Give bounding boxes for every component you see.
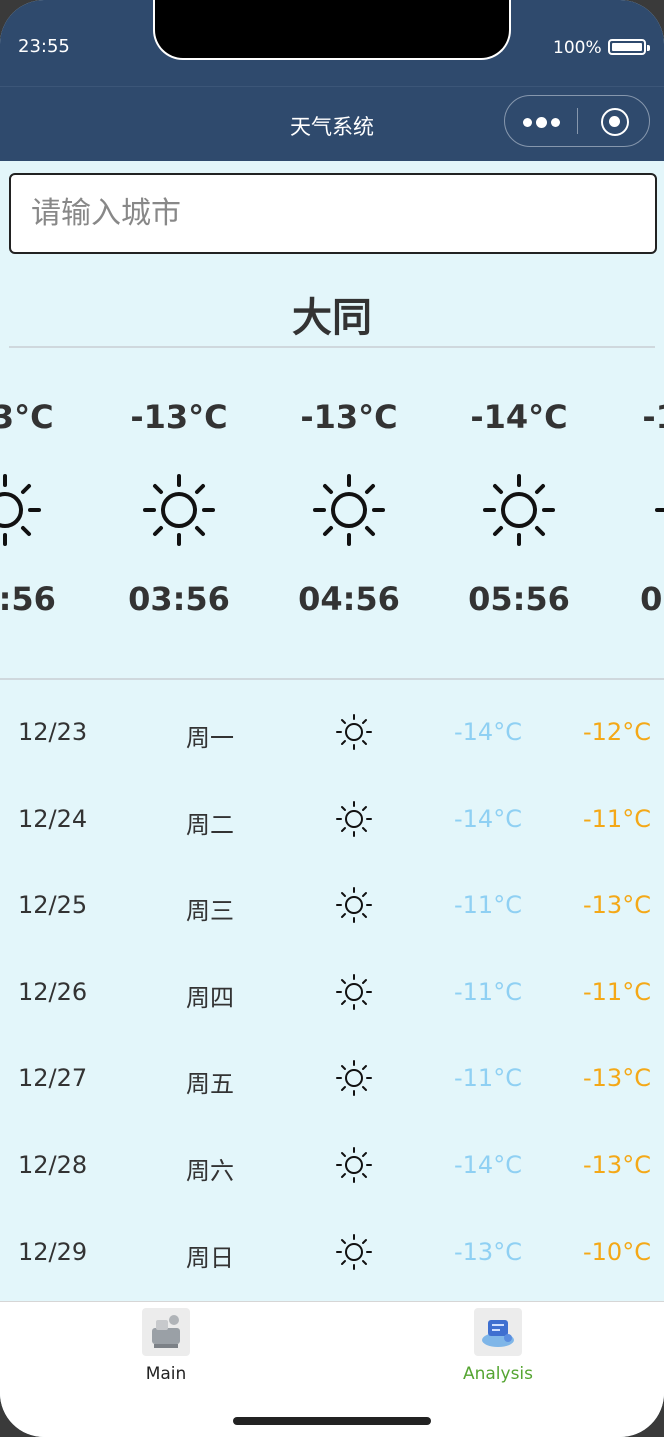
status-bar: 23:55 100% bbox=[0, 0, 664, 86]
sun-icon bbox=[336, 1234, 372, 1270]
hourly-time: 06:56 bbox=[640, 580, 664, 618]
sun-icon bbox=[313, 474, 385, 546]
tab-analysis-label: Analysis bbox=[462, 1364, 534, 1384]
sun-icon bbox=[483, 474, 555, 546]
hourly-temp: -13°C bbox=[130, 398, 228, 436]
daily-date: 12/29 bbox=[18, 1238, 88, 1266]
more-icon[interactable] bbox=[523, 112, 563, 132]
status-time: 23:55 bbox=[18, 36, 70, 57]
daily-row: 12/27 周五 -11°C -13°C bbox=[0, 1036, 664, 1122]
tab-main-label: Main bbox=[145, 1364, 187, 1384]
daily-low-temp: -11°C bbox=[454, 978, 522, 1006]
main-tab-icon bbox=[142, 1308, 190, 1356]
daily-date: 12/23 bbox=[18, 718, 88, 746]
daily-weekday: 周一 bbox=[186, 724, 234, 752]
hourly-time: 03:56 bbox=[128, 580, 230, 618]
hourly-temp: -13°C bbox=[300, 398, 398, 436]
daily-weekday: 周三 bbox=[186, 897, 234, 925]
hourly-temp: -14°C bbox=[642, 398, 664, 436]
daily-weekday: 周五 bbox=[186, 1070, 234, 1098]
daily-weekday: 周日 bbox=[186, 1244, 234, 1272]
tab-analysis[interactable]: Analysis bbox=[438, 1308, 558, 1384]
daily-high-temp: -12°C bbox=[583, 718, 651, 746]
daily-date: 12/24 bbox=[18, 805, 88, 833]
hourly-forecast-scroll[interactable]: -13°C 02:56 -13°C 03:56 -13°C 04:56 -14°… bbox=[0, 380, 664, 650]
battery-icon bbox=[608, 39, 650, 55]
sun-icon bbox=[143, 474, 215, 546]
sun-icon bbox=[336, 1060, 372, 1096]
daily-row: 12/25 周三 -11°C -13°C bbox=[0, 863, 664, 949]
sun-icon bbox=[336, 974, 372, 1010]
sun-icon bbox=[0, 474, 41, 546]
divider bbox=[0, 678, 664, 680]
tab-main[interactable]: Main bbox=[106, 1308, 226, 1384]
sun-icon bbox=[336, 887, 372, 923]
mini-program-capsule bbox=[504, 95, 650, 147]
daily-row: 12/28 周六 -14°C -13°C bbox=[0, 1123, 664, 1209]
sun-icon bbox=[655, 508, 664, 512]
nav-bar: 天气系统 bbox=[0, 86, 664, 161]
phone-screen: 23:55 100% 天气系统 大同 -13°C 02:56 -13°C 03:… bbox=[0, 0, 664, 1437]
city-name: 大同 bbox=[292, 295, 372, 341]
daily-date: 12/25 bbox=[18, 891, 88, 919]
daily-low-temp: -14°C bbox=[454, 1151, 522, 1179]
analysis-tab-icon bbox=[474, 1308, 522, 1356]
divider bbox=[9, 346, 655, 348]
sun-icon bbox=[336, 1147, 372, 1183]
daily-date: 12/26 bbox=[18, 978, 88, 1006]
sun-icon bbox=[336, 714, 372, 750]
notch bbox=[153, 0, 511, 60]
daily-low-temp: -11°C bbox=[454, 1064, 522, 1092]
daily-row: 12/23 周一 -14°C -12°C bbox=[0, 690, 664, 776]
daily-low-temp: -11°C bbox=[454, 891, 522, 919]
daily-row: 12/29 周日 -13°C -10°C bbox=[0, 1210, 664, 1296]
daily-date: 12/27 bbox=[18, 1064, 88, 1092]
daily-row: 12/26 周四 -11°C -11°C bbox=[0, 950, 664, 1036]
daily-high-temp: -11°C bbox=[583, 805, 651, 833]
daily-high-temp: -10°C bbox=[583, 1238, 651, 1266]
city-search-box bbox=[9, 173, 657, 254]
daily-weekday: 周六 bbox=[186, 1157, 234, 1185]
daily-low-temp: -14°C bbox=[454, 805, 522, 833]
daily-date: 12/28 bbox=[18, 1151, 88, 1179]
hourly-temp: -14°C bbox=[470, 398, 568, 436]
hourly-time: 05:56 bbox=[468, 580, 570, 618]
daily-weekday: 周四 bbox=[186, 984, 234, 1012]
hourly-time: 04:56 bbox=[298, 580, 400, 618]
hourly-time: 02:56 bbox=[0, 580, 56, 618]
home-indicator bbox=[233, 1417, 431, 1425]
daily-high-temp: -13°C bbox=[583, 1151, 651, 1179]
city-search-input[interactable] bbox=[15, 178, 649, 248]
daily-low-temp: -13°C bbox=[454, 1238, 522, 1266]
daily-high-temp: -13°C bbox=[583, 1064, 651, 1092]
daily-row: 12/24 周二 -14°C -11°C bbox=[0, 777, 664, 863]
capsule-divider bbox=[577, 108, 578, 134]
daily-weekday: 周二 bbox=[186, 811, 234, 839]
close-target-icon[interactable] bbox=[601, 108, 629, 136]
daily-low-temp: -14°C bbox=[454, 718, 522, 746]
hourly-temp: -13°C bbox=[0, 398, 54, 436]
battery-percent: 100% bbox=[553, 38, 602, 58]
daily-high-temp: -13°C bbox=[583, 891, 651, 919]
daily-high-temp: -11°C bbox=[583, 978, 651, 1006]
sun-icon bbox=[336, 801, 372, 837]
